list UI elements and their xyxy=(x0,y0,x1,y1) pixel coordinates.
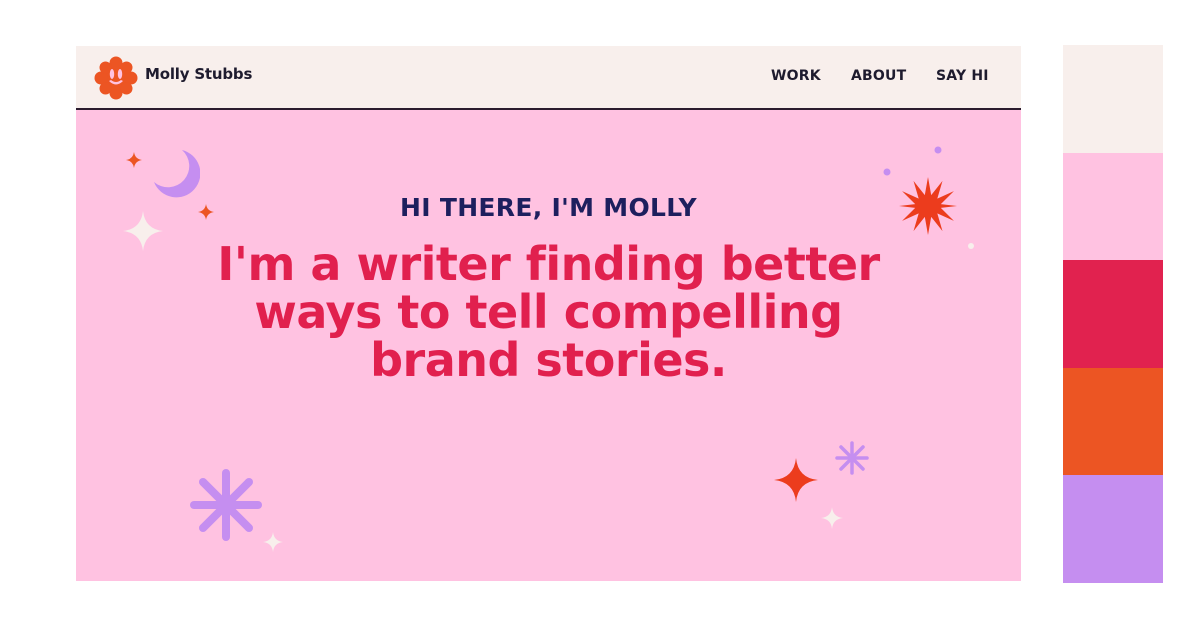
dot-icon xyxy=(968,243,974,249)
palette-swatch-orange xyxy=(1063,367,1163,475)
brand-name[interactable]: Molly Stubbs xyxy=(145,65,252,83)
hero-greeting: HI THERE, I'M MOLLY xyxy=(400,193,697,222)
palette-swatch-pink xyxy=(1063,152,1163,260)
sparkle-icon xyxy=(821,507,843,529)
website-preview: Molly Stubbs WORK ABOUT SAY HI HI THERE,… xyxy=(76,46,1021,581)
logo-flower-icon[interactable] xyxy=(94,56,138,100)
dot-icon xyxy=(883,168,891,176)
hero-headline: I'm a writer finding better ways to tell… xyxy=(217,237,880,387)
sparkle-icon xyxy=(263,532,283,552)
asterisk-icon xyxy=(190,469,262,541)
palette-swatch-red xyxy=(1063,260,1163,368)
sparkle-icon xyxy=(774,458,818,502)
navbar: Molly Stubbs WORK ABOUT SAY HI xyxy=(76,46,1021,110)
nav-about-link[interactable]: ABOUT xyxy=(851,68,906,84)
nav-work-link[interactable]: WORK xyxy=(771,68,821,84)
sparkle-icon xyxy=(126,152,142,168)
asterisk-icon xyxy=(835,441,869,475)
palette-swatch-lavender xyxy=(1063,475,1163,583)
dot-icon xyxy=(934,146,942,154)
palette-swatch-cream xyxy=(1063,45,1163,153)
nav-say-hi-link[interactable]: SAY HI xyxy=(936,68,989,84)
